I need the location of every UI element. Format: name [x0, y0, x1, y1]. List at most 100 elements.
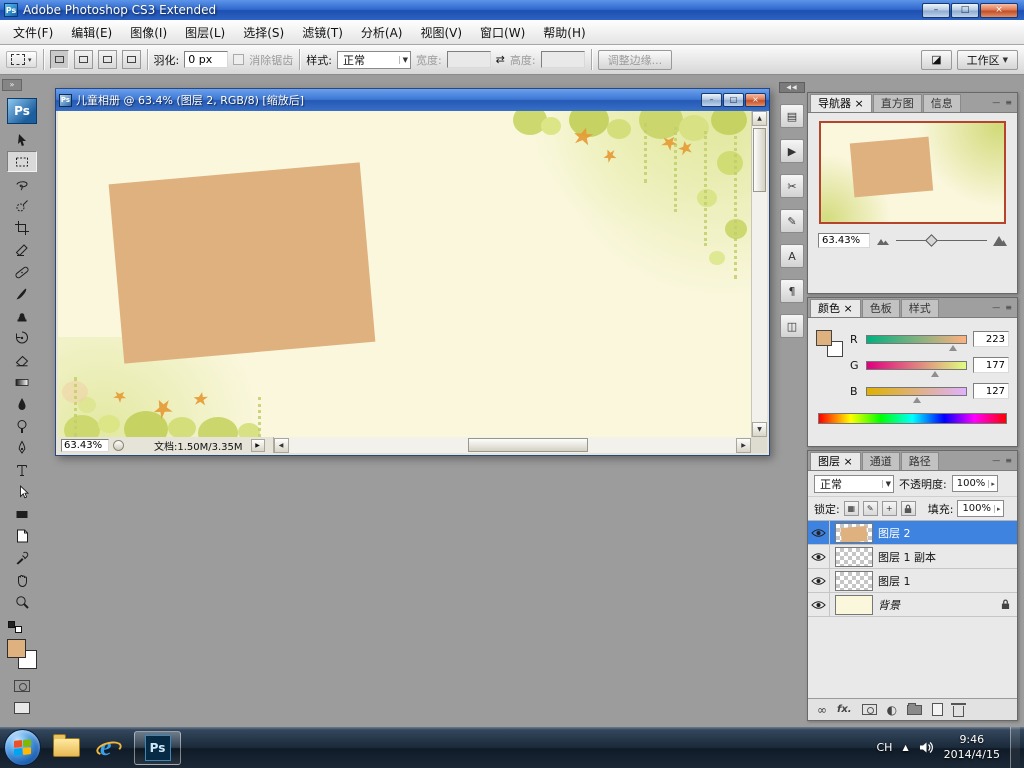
show-desktop-button[interactable]: [1010, 727, 1020, 768]
layer-row-layer2[interactable]: 图层 2: [808, 521, 1017, 545]
dock-collapse-button[interactable]: ◀◀: [779, 82, 805, 93]
layer2-photo-shape[interactable]: [108, 162, 376, 364]
close-button[interactable]: ×: [980, 2, 1018, 18]
tab-histogram[interactable]: 直方图: [872, 94, 922, 112]
panel-collapse-icon[interactable]: —: [992, 456, 1000, 465]
lock-paint-button[interactable]: ✎: [862, 501, 878, 516]
horizontal-scrollbar[interactable]: ◀ ▶: [272, 437, 751, 453]
tray-expand-icon[interactable]: ▲: [902, 743, 908, 752]
blue-value-input[interactable]: [973, 383, 1009, 399]
doc-close-button[interactable]: ×: [745, 93, 766, 107]
scroll-down-icon[interactable]: ▼: [752, 422, 767, 437]
move-tool[interactable]: [7, 129, 37, 150]
fill-input[interactable]: 100% ▸: [957, 500, 1004, 517]
menu-help[interactable]: 帮助(H): [534, 20, 594, 44]
adjustment-layer-icon[interactable]: ◐: [887, 703, 897, 717]
visibility-toggle[interactable]: [808, 593, 830, 616]
minimize-button[interactable]: –: [922, 2, 950, 18]
link-layers-icon[interactable]: ∞: [817, 703, 827, 717]
horizontal-scroll-track[interactable]: [289, 437, 736, 453]
tab-layers[interactable]: 图层 ×: [810, 452, 861, 470]
pen-tool[interactable]: [7, 437, 37, 458]
red-slider[interactable]: [866, 334, 967, 351]
taskbar-ie-button[interactable]: e: [91, 731, 127, 764]
blue-slider[interactable]: [866, 386, 967, 403]
start-button[interactable]: [4, 729, 41, 766]
style-dropdown[interactable]: 正常 ▼: [336, 50, 411, 69]
lasso-tool[interactable]: [7, 173, 37, 194]
navigator-zoom-input[interactable]: [818, 233, 870, 248]
default-colors-icon[interactable]: [8, 621, 22, 633]
height-input[interactable]: [540, 51, 585, 68]
tray-volume-icon[interactable]: [919, 741, 934, 754]
layer-row-layer1-copy[interactable]: 图层 1 副本: [808, 545, 1017, 569]
panel-collapse-icon[interactable]: —: [992, 98, 1000, 107]
refine-edge-button[interactable]: 调整边缘...: [597, 49, 673, 70]
maximize-button[interactable]: □: [951, 2, 979, 18]
zoom-tool[interactable]: [7, 591, 37, 612]
tab-styles[interactable]: 样式: [900, 299, 939, 317]
opacity-input[interactable]: 100% ▸: [951, 475, 998, 492]
spinner-icon[interactable]: ▸: [994, 504, 1001, 513]
horizontal-scroll-thumb[interactable]: [467, 437, 588, 452]
dock-icon-clone-source[interactable]: ✂: [780, 174, 804, 198]
status-zoom-input[interactable]: [61, 438, 109, 452]
notes-tool[interactable]: [7, 525, 37, 546]
layer-name[interactable]: 图层 1 副本: [878, 549, 936, 565]
path-selection-tool[interactable]: [7, 481, 37, 502]
brush-tool[interactable]: [7, 283, 37, 304]
resize-grip[interactable]: [751, 437, 767, 453]
shape-tool[interactable]: [7, 503, 37, 524]
gradient-tool[interactable]: [7, 371, 37, 392]
layer-name[interactable]: 背景: [878, 597, 900, 613]
feather-input[interactable]: [184, 51, 229, 68]
layer-name[interactable]: 图层 1: [878, 573, 911, 589]
document-titlebar[interactable]: Ps 儿童相册 @ 63.4% (图层 2, RGB/8) [缩放后] – □ …: [56, 89, 769, 111]
hand-tool[interactable]: [7, 569, 37, 590]
tab-color[interactable]: 颜色 ×: [810, 299, 861, 317]
tray-language-indicator[interactable]: CH: [876, 741, 892, 754]
go-to-bridge-button[interactable]: ◪: [921, 49, 952, 70]
dock-icon-animation[interactable]: ▶: [780, 139, 804, 163]
spinner-icon[interactable]: ▸: [988, 479, 995, 488]
scroll-left-icon[interactable]: ◀: [273, 437, 289, 453]
foreground-color-swatch[interactable]: [7, 639, 26, 658]
menu-view[interactable]: 视图(V): [411, 20, 471, 44]
layer-row-layer1[interactable]: 图层 1: [808, 569, 1017, 593]
slice-tool[interactable]: [7, 239, 37, 260]
screen-mode-button[interactable]: [7, 697, 37, 718]
zoom-slider-thumb[interactable]: [925, 234, 938, 247]
vertical-scroll-thumb[interactable]: [753, 128, 766, 192]
tab-swatches[interactable]: 色板: [861, 299, 900, 317]
taskbar-photoshop-button[interactable]: Ps: [134, 730, 181, 765]
clone-stamp-tool[interactable]: [7, 305, 37, 326]
blend-mode-dropdown[interactable]: 正常 ▼: [814, 474, 894, 493]
lock-all-button[interactable]: [900, 501, 916, 516]
dock-icon-tool-presets[interactable]: ✎: [780, 209, 804, 233]
tab-navigator[interactable]: 导航器 ×: [810, 94, 872, 112]
dock-icon-character[interactable]: A: [780, 244, 804, 268]
lock-move-button[interactable]: +: [881, 501, 897, 516]
panel-menu-icon[interactable]: ≡: [1005, 98, 1012, 107]
layer-style-icon[interactable]: fx.: [837, 704, 852, 715]
tray-clock[interactable]: 9:46 2014/4/15: [944, 733, 1000, 763]
document-canvas[interactable]: [58, 111, 751, 437]
green-slider[interactable]: [866, 360, 967, 377]
status-popup-button[interactable]: ▶: [250, 438, 265, 452]
taskbar-explorer-button[interactable]: [48, 731, 84, 764]
dodge-tool[interactable]: [7, 415, 37, 436]
intersect-selection-button[interactable]: [121, 50, 141, 69]
quick-selection-tool[interactable]: [7, 195, 37, 216]
type-tool[interactable]: [7, 459, 37, 480]
color-spectrum-bar[interactable]: [818, 413, 1007, 424]
history-brush-tool[interactable]: [7, 327, 37, 348]
visibility-toggle[interactable]: [808, 545, 830, 568]
doc-minimize-button[interactable]: –: [701, 93, 722, 107]
workspace-button[interactable]: 工作区 ▼: [956, 49, 1018, 70]
menu-layer[interactable]: 图层(L): [176, 20, 234, 44]
lock-transparent-button[interactable]: ▦: [843, 501, 859, 516]
new-layer-icon[interactable]: [932, 703, 944, 716]
layer-row-background[interactable]: 背景: [808, 593, 1017, 617]
antialias-checkbox[interactable]: [233, 54, 245, 65]
subtract-selection-button[interactable]: [97, 50, 117, 69]
